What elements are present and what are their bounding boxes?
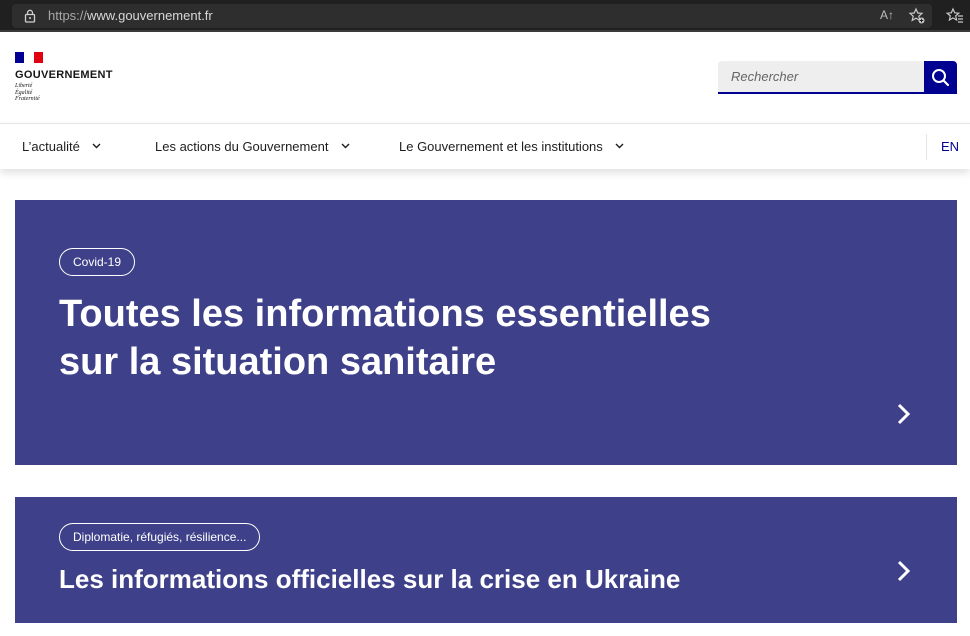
motto-line: Fraternité	[15, 96, 40, 102]
url-text: https://www.gouvernement.fr	[48, 8, 213, 23]
browser-toolbar: https://www.gouvernement.fr A↑	[0, 0, 970, 32]
card-title: Les informations officielles sur la cris…	[59, 564, 681, 594]
main-nav: L’actualité Les actions du Gouvernement …	[0, 123, 970, 169]
nav-item-label: L’actualité	[22, 139, 80, 154]
url-protocol: https://	[48, 8, 88, 23]
favorites-icon[interactable]	[946, 7, 964, 25]
motto: Liberté Égalité Fraternité	[15, 83, 113, 103]
search-input[interactable]	[718, 61, 924, 94]
url-host: www.gouvernement.fr	[87, 8, 213, 23]
french-flag-icon	[15, 52, 43, 63]
chevron-right-icon	[897, 403, 911, 425]
logo-title: GOUVERNEMENT	[15, 69, 113, 81]
chevron-down-icon	[615, 143, 624, 149]
nav-item-institutions[interactable]: Le Gouvernement et les institutions	[399, 124, 624, 170]
card-title: Toutes les informations essentielles sur…	[59, 293, 711, 383]
nav-item-label: Les actions du Gouvernement	[155, 139, 329, 154]
search-bar	[718, 61, 957, 94]
add-favorite-icon[interactable]	[908, 7, 926, 25]
nav-item-actions[interactable]: Les actions du Gouvernement	[155, 124, 350, 170]
site-header: GOUVERNEMENT Liberté Égalité Fraternité	[0, 34, 970, 124]
card-tag[interactable]: Covid-19	[59, 248, 136, 276]
language-switch[interactable]: EN	[941, 124, 959, 170]
nav-item-actualite[interactable]: L’actualité	[22, 124, 101, 170]
government-logo[interactable]: GOUVERNEMENT Liberté Égalité Fraternité	[15, 52, 113, 103]
nav-item-label: Le Gouvernement et les institutions	[399, 139, 603, 154]
ukraine-card[interactable]: Diplomatie, réfugiés, résilience... Les …	[15, 497, 957, 623]
nav-divider	[926, 134, 927, 160]
covid-card[interactable]: Covid-19 Toutes les informations essenti…	[15, 200, 957, 465]
lock-icon	[24, 9, 36, 23]
read-aloud-icon[interactable]: A↑	[880, 8, 898, 26]
card-tag[interactable]: Diplomatie, réfugiés, résilience...	[59, 523, 261, 551]
address-bar[interactable]: https://www.gouvernement.fr	[12, 4, 932, 28]
chevron-down-icon	[341, 143, 350, 149]
chevron-down-icon	[92, 143, 101, 149]
search-icon	[932, 69, 950, 87]
search-button[interactable]	[924, 61, 957, 94]
chevron-right-icon	[897, 560, 911, 582]
